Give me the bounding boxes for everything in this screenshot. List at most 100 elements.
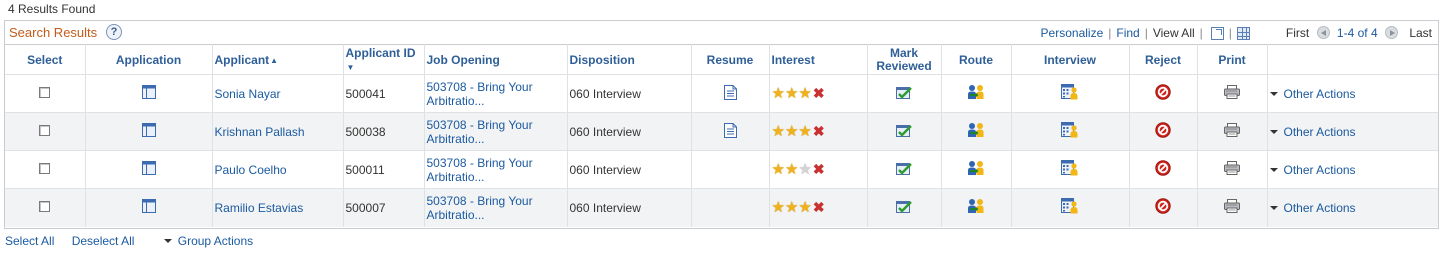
col-applicant-id[interactable]: Applicant ID ▼ bbox=[343, 44, 425, 75]
star-icon[interactable]: ★ bbox=[785, 199, 798, 216]
star-icon[interactable]: ★ bbox=[785, 161, 798, 178]
red-x-icon[interactable]: ✖ bbox=[813, 199, 825, 215]
col-disposition[interactable]: Disposition bbox=[567, 44, 692, 75]
job-opening-line-1[interactable]: 503708 - Bring Your bbox=[427, 80, 533, 94]
star-icon[interactable]: ★ bbox=[798, 199, 811, 216]
red-x-icon[interactable]: ✖ bbox=[813, 123, 825, 139]
reject-cell bbox=[1129, 150, 1198, 189]
help-icon[interactable]: ? bbox=[106, 24, 122, 40]
application-cell bbox=[85, 74, 213, 113]
application-window-icon[interactable] bbox=[141, 85, 156, 102]
application-window-icon[interactable] bbox=[141, 161, 156, 178]
select-checkbox[interactable] bbox=[39, 124, 51, 136]
red-x-icon[interactable]: ✖ bbox=[813, 85, 825, 101]
col-job-opening[interactable]: Job Opening bbox=[424, 44, 568, 75]
reject-no-entry-icon[interactable] bbox=[1155, 84, 1171, 103]
job-opening-link[interactable]: 503708 - Bring Your Arbitratio... bbox=[427, 194, 565, 222]
applicant-link[interactable]: Ramilio Estavias bbox=[215, 201, 304, 215]
job-opening-line-2[interactable]: Arbitratio... bbox=[427, 208, 485, 222]
interview-calendar-icon[interactable] bbox=[1061, 198, 1079, 217]
applicant-id-cell: 500007 bbox=[343, 188, 425, 227]
application-window-icon[interactable] bbox=[141, 123, 156, 140]
route-people-icon[interactable] bbox=[967, 160, 985, 179]
select-cell bbox=[5, 150, 86, 189]
applicant-link[interactable]: Paulo Coelho bbox=[215, 163, 287, 177]
next-page-icon[interactable] bbox=[1384, 26, 1398, 39]
printer-icon[interactable] bbox=[1224, 85, 1240, 102]
job-opening-line-1[interactable]: 503708 - Bring Your bbox=[427, 118, 533, 132]
star-icon[interactable]: ★ bbox=[785, 123, 798, 140]
checkmark-reviewed-icon[interactable] bbox=[896, 85, 912, 103]
other-actions-menu[interactable]: Other Actions bbox=[1269, 87, 1356, 101]
job-opening-link[interactable]: 503708 - Bring Your Arbitratio... bbox=[427, 118, 565, 146]
other-actions-menu[interactable]: Other Actions bbox=[1269, 125, 1356, 139]
job-opening-link[interactable]: 503708 - Bring Your Arbitratio... bbox=[427, 156, 565, 184]
applicant-link[interactable]: Sonia Nayar bbox=[215, 87, 281, 101]
application-window-icon[interactable] bbox=[141, 199, 156, 216]
star-icon[interactable]: ★ bbox=[785, 85, 798, 102]
document-icon[interactable] bbox=[723, 84, 737, 103]
grid-footer: Select All Deselect All Group Actions bbox=[5, 234, 267, 248]
star-icon[interactable]: ★ bbox=[772, 85, 785, 102]
job-opening-line-1[interactable]: 503708 - Bring Your bbox=[427, 194, 533, 208]
other-actions-label[interactable]: Other Actions bbox=[1284, 87, 1356, 101]
document-icon[interactable] bbox=[723, 122, 737, 141]
group-actions-menu[interactable]: Group Actions bbox=[163, 234, 267, 248]
select-checkbox[interactable] bbox=[39, 200, 51, 212]
other-actions-label[interactable]: Other Actions bbox=[1284, 125, 1356, 139]
toolbar-separator: | bbox=[1199, 26, 1203, 40]
find-link[interactable]: Find bbox=[1116, 26, 1139, 40]
applicant-link[interactable]: Krishnan Pallash bbox=[215, 125, 305, 139]
col-applicant-id-label[interactable]: Applicant ID bbox=[346, 46, 416, 60]
printer-icon[interactable] bbox=[1224, 123, 1240, 140]
chevron-down-icon bbox=[1269, 205, 1278, 210]
star-icon[interactable]: ★ bbox=[798, 161, 811, 178]
select-checkbox[interactable] bbox=[39, 86, 51, 98]
previous-page-icon[interactable] bbox=[1316, 26, 1330, 39]
job-opening-link[interactable]: 503708 - Bring Your Arbitratio... bbox=[427, 80, 565, 108]
table-header-row: Select Application Applicant▲ Applicant … bbox=[5, 44, 1438, 75]
red-x-icon[interactable]: ✖ bbox=[813, 161, 825, 177]
printer-icon[interactable] bbox=[1224, 161, 1240, 178]
select-checkbox[interactable] bbox=[39, 162, 51, 174]
col-applicant-label[interactable]: Applicant bbox=[215, 53, 270, 67]
other-actions-menu[interactable]: Other Actions bbox=[1269, 201, 1356, 215]
route-people-icon[interactable] bbox=[967, 198, 985, 217]
interview-calendar-icon[interactable] bbox=[1061, 122, 1079, 141]
job-opening-line-2[interactable]: Arbitratio... bbox=[427, 94, 485, 108]
job-opening-line-2[interactable]: Arbitratio... bbox=[427, 132, 485, 146]
col-interest[interactable]: Interest bbox=[769, 44, 868, 75]
personalize-link[interactable]: Personalize bbox=[1041, 26, 1104, 40]
col-applicant[interactable]: Applicant▲ bbox=[212, 44, 344, 75]
other-actions-cell: Other Actions bbox=[1267, 74, 1438, 113]
route-people-icon[interactable] bbox=[967, 84, 985, 103]
checkmark-reviewed-icon[interactable] bbox=[896, 199, 912, 217]
view-all-link[interactable]: View All bbox=[1153, 26, 1195, 40]
reject-no-entry-icon[interactable] bbox=[1155, 122, 1171, 141]
job-opening-line-2[interactable]: Arbitratio... bbox=[427, 170, 485, 184]
printer-icon[interactable] bbox=[1224, 199, 1240, 216]
interview-calendar-icon[interactable] bbox=[1061, 84, 1079, 103]
table-row: Sonia Nayar 500041 503708 - Bring Your Arbi… bbox=[5, 74, 1438, 113]
select-all-link[interactable]: Select All bbox=[5, 234, 54, 248]
col-mark-reviewed: Mark Reviewed bbox=[867, 44, 942, 75]
star-icon[interactable]: ★ bbox=[772, 199, 785, 216]
checkmark-reviewed-icon[interactable] bbox=[896, 123, 912, 141]
other-actions-menu[interactable]: Other Actions bbox=[1269, 163, 1356, 177]
route-people-icon[interactable] bbox=[967, 122, 985, 141]
job-opening-line-1[interactable]: 503708 - Bring Your bbox=[427, 156, 533, 170]
zoom-icon[interactable] bbox=[1210, 26, 1224, 40]
reject-no-entry-icon[interactable] bbox=[1155, 160, 1171, 179]
star-icon[interactable]: ★ bbox=[798, 85, 811, 102]
group-actions-label[interactable]: Group Actions bbox=[178, 234, 253, 248]
star-icon[interactable]: ★ bbox=[798, 123, 811, 140]
deselect-all-link[interactable]: Deselect All bbox=[72, 234, 135, 248]
other-actions-label[interactable]: Other Actions bbox=[1284, 163, 1356, 177]
interview-calendar-icon[interactable] bbox=[1061, 160, 1079, 179]
star-icon[interactable]: ★ bbox=[772, 161, 785, 178]
download-grid-icon[interactable] bbox=[1236, 26, 1250, 40]
checkmark-reviewed-icon[interactable] bbox=[896, 161, 912, 179]
star-icon[interactable]: ★ bbox=[772, 123, 785, 140]
other-actions-label[interactable]: Other Actions bbox=[1284, 201, 1356, 215]
reject-no-entry-icon[interactable] bbox=[1155, 198, 1171, 217]
